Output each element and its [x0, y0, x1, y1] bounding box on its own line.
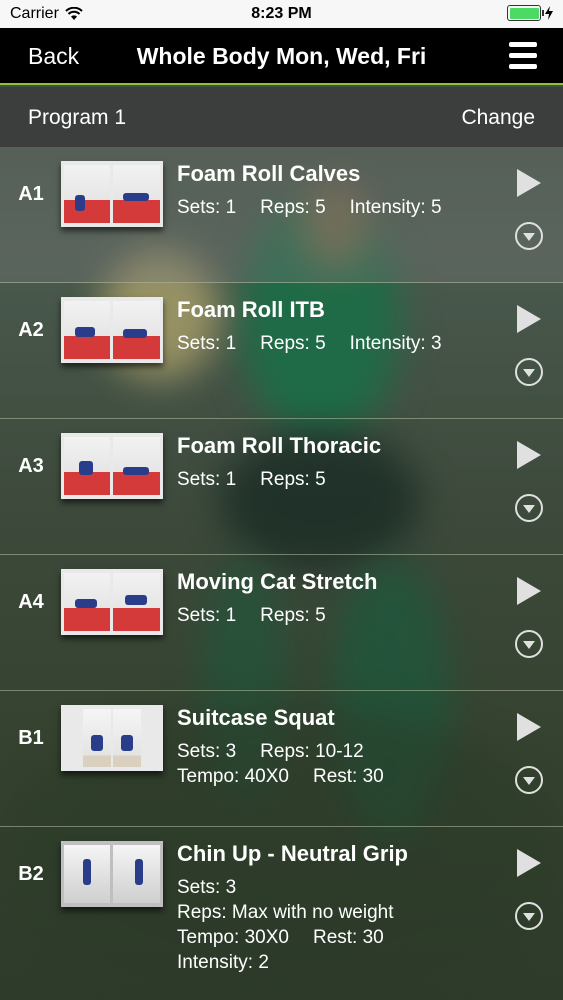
navigation-bar: Back Whole Body Mon, Wed, Fri [0, 28, 563, 85]
exercise-code: B1 [18, 727, 44, 749]
exercise-intensity: Intensity: 2 [177, 952, 269, 973]
exercise-thumbnail[interactable] [61, 705, 163, 771]
exercise-row[interactable]: A3 Foam Roll Thoracic Sets: 1 Reps: 5 [0, 419, 563, 555]
change-program-button[interactable]: Change [461, 106, 535, 130]
play-icon[interactable] [517, 169, 541, 197]
exercise-reps: Reps: 5 [260, 333, 326, 354]
battery-icon [507, 5, 544, 21]
hamburger-menu-icon[interactable] [509, 42, 537, 70]
expand-chevron-icon[interactable] [515, 902, 543, 930]
status-time: 8:23 PM [251, 5, 312, 22]
exercise-name: Chin Up - Neutral Grip [177, 841, 408, 866]
exercise-reps: Reps: 5 [260, 197, 326, 218]
exercise-thumbnail[interactable] [61, 433, 163, 499]
exercise-reps: Reps: 5 [260, 605, 326, 626]
play-icon[interactable] [517, 849, 541, 877]
exercise-sets: Sets: 1 [177, 469, 237, 490]
exercise-sets: Sets: 3 [177, 877, 237, 898]
exercise-row[interactable]: B1 Suitcase Squat Sets: 3 Reps: 10-12 Tem… [0, 691, 563, 827]
expand-chevron-icon[interactable] [515, 358, 543, 386]
exercise-code: A2 [18, 319, 44, 341]
exercise-row[interactable]: B2 Chin Up - Neutral Grip Sets: 3 Reps: … [0, 827, 563, 1000]
exercise-thumbnail[interactable] [61, 161, 163, 227]
program-label: Program 1 [28, 106, 127, 129]
exercise-sets: Sets: 1 [177, 605, 237, 626]
status-bar: Carrier 8:23 PM [0, 0, 563, 28]
exercise-code: A4 [18, 591, 44, 613]
exercise-rest: Rest: 30 [312, 766, 384, 787]
play-icon[interactable] [517, 305, 541, 333]
exercise-code: A1 [18, 183, 44, 205]
exercise-sets: Sets: 3 [177, 741, 237, 762]
exercise-intensity: Intensity: 5 [349, 197, 442, 218]
exercise-reps: Reps: 5 [260, 469, 326, 490]
exercise-name: Moving Cat Stretch [177, 569, 378, 594]
play-icon[interactable] [517, 577, 541, 605]
exercise-row[interactable]: A4 Moving Cat Stretch Sets: 1 Reps: 5 [0, 555, 563, 691]
exercise-reps: Reps: 10-12 [260, 741, 364, 762]
exercise-reps: Reps: Max with no weight [177, 902, 394, 923]
expand-chevron-icon[interactable] [515, 222, 543, 250]
exercise-name: Foam Roll Thoracic [177, 433, 382, 458]
charging-icon [545, 6, 553, 20]
exercise-rest: Rest: 30 [312, 927, 384, 948]
exercise-list: A1 Foam Roll Calves Sets: 1 Reps: 5 Intens… [0, 147, 563, 1000]
expand-chevron-icon[interactable] [515, 494, 543, 522]
exercise-sets: Sets: 1 [177, 333, 237, 354]
expand-chevron-icon[interactable] [515, 766, 543, 794]
page-title: Whole Body Mon, Wed, Fri [136, 43, 427, 69]
exercise-name: Foam Roll ITB [177, 297, 325, 322]
play-icon[interactable] [517, 713, 541, 741]
exercise-name: Suitcase Squat [177, 705, 335, 730]
exercise-code: B2 [18, 863, 44, 885]
exercise-thumbnail[interactable] [61, 297, 163, 363]
play-icon[interactable] [517, 441, 541, 469]
exercise-thumbnail[interactable] [61, 841, 163, 907]
exercise-row[interactable]: A1 Foam Roll Calves Sets: 1 Reps: 5 Intens… [0, 147, 563, 283]
exercise-code: A3 [18, 455, 44, 477]
exercise-row[interactable]: A2 Foam Roll ITB Sets: 1 Reps: 5 Intensity… [0, 283, 563, 419]
exercise-intensity: Intensity: 3 [349, 333, 442, 354]
exercise-name: Foam Roll Calves [177, 161, 361, 186]
exercise-tempo: Tempo: 40X0 [177, 766, 289, 787]
exercise-tempo: Tempo: 30X0 [177, 927, 289, 948]
expand-chevron-icon[interactable] [515, 630, 543, 658]
program-bar: Program 1 Change [0, 87, 563, 147]
exercise-thumbnail[interactable] [61, 569, 163, 635]
exercise-sets: Sets: 1 [177, 197, 237, 218]
